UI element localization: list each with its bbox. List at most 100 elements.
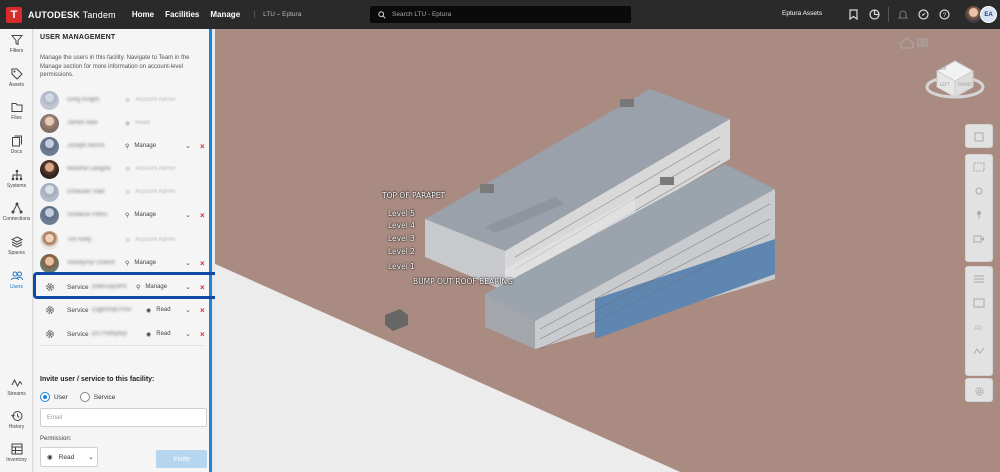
assets-dropdown[interactable]: Eptura Assets	[782, 10, 822, 17]
panel-title: USER MANAGEMENT	[40, 34, 116, 41]
rail-inventory[interactable]: Inventory	[0, 443, 33, 463]
user-avatar-initials[interactable]: EA	[980, 6, 997, 23]
remove-user-icon[interactable]: ×	[200, 211, 205, 220]
brand-product: Tandem	[82, 9, 116, 20]
users-icon	[10, 271, 23, 281]
rail-users[interactable]: Users	[0, 270, 33, 290]
rail-systems[interactable]: Systems	[0, 169, 33, 189]
building-model[interactable]	[215, 29, 1000, 472]
radio-service-label: Service	[93, 393, 116, 401]
email-field[interactable]: Email	[40, 408, 207, 427]
permission-label: Permission:	[40, 436, 72, 442]
invite-title: Invite user / service to this facility:	[40, 376, 155, 383]
eye-icon: ◉	[146, 307, 152, 314]
rail-history[interactable]: History	[0, 410, 33, 430]
user-role: ⚙ Account Admin	[125, 237, 175, 244]
dashboard-icon[interactable]	[867, 7, 882, 22]
rail-filters[interactable]: Filters	[0, 34, 33, 54]
permission-select[interactable]: ◉ Read ⌄	[40, 447, 98, 467]
chevron-down-icon[interactable]: ⌄	[185, 330, 191, 338]
panel-toggle-icon[interactable]	[966, 125, 992, 149]
user-role: ⚙ Account Admin	[125, 166, 175, 173]
panel-description: Manage the users in this facility. Navig…	[40, 55, 190, 78]
service-id: (1gpnfsqCPs5l	[91, 307, 132, 313]
service-label: Service	[67, 306, 89, 314]
user-role[interactable]: ⚲ Manage	[125, 260, 156, 267]
bookmark-icon[interactable]	[846, 7, 861, 22]
chevron-down-icon[interactable]: ⌄	[185, 142, 191, 150]
eye-icon: ◉	[47, 454, 53, 461]
pan-icon[interactable]	[966, 179, 992, 203]
rail-label: Users	[9, 284, 24, 290]
select-box-icon[interactable]	[966, 155, 992, 179]
rail-label: History	[8, 424, 25, 430]
rail-spaces[interactable]: Spaces	[0, 236, 33, 256]
rail-docs[interactable]: Docs	[0, 135, 33, 155]
history-icon	[10, 411, 22, 421]
chevron-down-icon[interactable]: ⌄	[185, 306, 191, 314]
rail-assets[interactable]: Assets	[0, 68, 33, 88]
rail-label: Docs	[10, 149, 23, 155]
avatar	[40, 230, 59, 250]
role-label: Account Admin	[135, 237, 176, 243]
remove-user-icon[interactable]: ×	[200, 142, 205, 151]
role-label: Manage	[134, 212, 157, 218]
streams-icon	[11, 378, 22, 388]
notifications-icon[interactable]	[895, 7, 910, 22]
user-role[interactable]: ⚲ Manage	[125, 143, 156, 150]
walk-icon[interactable]	[966, 203, 992, 227]
rail-connections[interactable]: Connections	[0, 202, 33, 222]
remove-user-icon[interactable]: ×	[200, 259, 205, 268]
user-role: ⚙ Account Admin	[125, 97, 175, 104]
help-icon[interactable]: ?	[937, 7, 952, 22]
remove-service-icon[interactable]: ×	[200, 306, 205, 315]
service-label: Service	[67, 330, 89, 338]
user-name: Maxime Lavigne	[67, 166, 111, 172]
rail-label: Spaces	[8, 250, 25, 256]
nav-home[interactable]: Home	[132, 10, 154, 19]
right-toolbar-settings	[965, 378, 993, 402]
radio-user[interactable]	[40, 392, 50, 402]
manage-role-icon: ⚲	[125, 260, 130, 267]
radio-service[interactable]	[79, 392, 90, 402]
role-label: Read	[156, 331, 171, 337]
service-role[interactable]: ◉ Read	[146, 307, 171, 314]
manage-role-icon: ⚲	[125, 143, 130, 150]
user-row: Sonakse Petris ⚲ Manage ⌄ ×	[40, 204, 208, 226]
rail-label: Streams	[7, 391, 26, 397]
rail-streams[interactable]: Streams	[0, 377, 33, 397]
rail-label: Files	[11, 115, 22, 121]
chevron-down-icon[interactable]: ⌄	[185, 259, 191, 267]
user-role: ⚙ Account Admin	[125, 189, 175, 196]
chevron-down-icon[interactable]: ⌄	[185, 211, 191, 219]
service-role[interactable]: ◉ Read	[146, 331, 171, 338]
user-row: Tim Kelly ⚙ Account Admin	[40, 229, 208, 251]
user-row: James Awe ◉ Read	[40, 112, 208, 134]
avatar	[40, 90, 59, 110]
account-admin-icon: ⚙	[125, 189, 131, 196]
nav-facilities[interactable]: Facilities	[165, 10, 199, 19]
search-input[interactable]: Search LTU - Eptura	[370, 6, 631, 23]
compass-icon[interactable]	[916, 7, 931, 22]
permission-value: Read	[58, 453, 75, 461]
nav-manage[interactable]: Manage	[210, 10, 240, 19]
camera-video-icon[interactable]	[966, 227, 992, 251]
model-viewer[interactable]: TOP LEFT FRONT TOP OF PARAPET Level 5 Le…	[215, 29, 1000, 472]
level-label: Level 4	[388, 221, 415, 230]
settings-gear-icon[interactable]	[966, 379, 992, 403]
measure-icon[interactable]	[966, 339, 992, 363]
invite-button[interactable]: Invite	[156, 450, 207, 468]
text-annotation-icon[interactable]: Ab	[966, 315, 992, 339]
section-box-icon[interactable]	[966, 291, 992, 315]
rail-files[interactable]: Files	[0, 101, 33, 121]
avatar	[40, 205, 59, 225]
brand-company: AUTODESK	[28, 9, 80, 20]
remove-service-icon[interactable]: ×	[200, 330, 205, 339]
avatar	[40, 113, 59, 133]
right-toolbar-top	[965, 124, 993, 148]
user-role[interactable]: ⚲ Manage	[125, 212, 156, 219]
avatar	[40, 136, 59, 156]
avatar	[40, 159, 59, 179]
tandem-logo[interactable]: T	[6, 6, 22, 23]
sections-icon[interactable]	[966, 267, 992, 291]
